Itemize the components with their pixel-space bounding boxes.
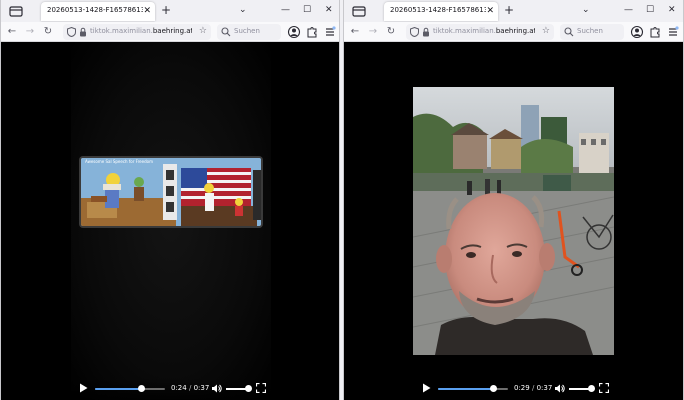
browser-window-right: 20260513-1428-F1657861341924718 ✕ + ⌄ — … <box>343 0 684 400</box>
fullscreen-icon[interactable] <box>599 383 609 393</box>
maximize-icon[interactable]: ☐ <box>646 4 654 16</box>
progress-fill <box>438 388 493 390</box>
time-display: 0:24 / 0:37 <box>171 384 209 392</box>
tab-bar: 20260513-1428-F1657861341924718 ✕ + ⌄ — … <box>1 0 339 22</box>
forward-arrow-icon[interactable]: → <box>23 25 37 39</box>
url-host-domain: baehring.at <box>152 27 192 35</box>
shield-icon[interactable] <box>410 27 419 37</box>
minimize-icon[interactable]: — <box>624 4 633 16</box>
play-icon[interactable] <box>79 383 88 393</box>
tab-list-icon[interactable] <box>9 5 23 17</box>
back-arrow-icon[interactable]: ← <box>5 25 19 39</box>
tab-title: 20260513-1428-F1657861341924718 <box>47 6 143 14</box>
star-icon[interactable]: ☆ <box>199 26 207 36</box>
back-arrow-icon[interactable]: ← <box>348 25 362 39</box>
volume-thumb[interactable] <box>245 385 252 392</box>
hamburger-icon[interactable] <box>666 25 680 39</box>
close-icon[interactable]: ✕ <box>143 5 151 17</box>
url-text[interactable]: tiktok.maximilian.baehring.at/G <box>90 27 192 35</box>
plus-icon[interactable]: + <box>504 3 514 17</box>
search-icon <box>564 27 574 37</box>
volume-icon[interactable] <box>211 383 222 394</box>
chevron-down-icon[interactable]: ⌄ <box>239 4 247 16</box>
plus-icon[interactable]: + <box>161 3 171 17</box>
current-time: 0:29 <box>514 384 530 392</box>
cartoon-scene <box>81 158 261 226</box>
video-viewport: 0:29 / 0:37 <box>344 42 683 400</box>
lock-icon[interactable] <box>79 27 87 37</box>
search-placeholder: Suchen <box>577 27 603 35</box>
video-caption: Awesome Sal Speech for Freedom <box>85 159 153 164</box>
screen: 20260513-1428-F1657861341924718 ✕ + ⌄ — … <box>0 0 684 400</box>
star-icon[interactable]: ☆ <box>542 26 550 36</box>
video-controls: 0:29 / 0:37 <box>414 378 613 400</box>
puzzle-icon[interactable] <box>648 25 662 39</box>
progress-thumb[interactable] <box>489 385 497 392</box>
account-icon[interactable] <box>630 25 644 39</box>
hamburger-icon[interactable] <box>323 25 337 39</box>
search-bar[interactable]: Suchen <box>560 24 624 40</box>
progress-bar[interactable] <box>438 385 508 392</box>
minimize-icon[interactable]: — <box>281 4 290 16</box>
volume-thumb[interactable] <box>588 385 595 392</box>
progress-fill <box>95 388 141 390</box>
close-icon[interactable]: ✕ <box>486 5 494 17</box>
search-icon <box>221 27 231 37</box>
volume-slider[interactable] <box>226 385 252 392</box>
current-time: 0:24 <box>171 384 187 392</box>
volume-slider[interactable] <box>569 385 595 392</box>
url-host-domain: baehring.at <box>495 27 535 35</box>
tv-screen-image: Awesome Sal Speech for Freedom <box>79 156 263 228</box>
chevron-down-icon[interactable]: ⌄ <box>582 4 590 16</box>
tab-bar: 20260513-1428-F1657861341924718 ✕ + ⌄ — … <box>344 0 683 22</box>
url-bar[interactable]: tiktok.maximilian.baehring.at/G ☆ <box>406 24 554 40</box>
browser-window-left: 20260513-1428-F1657861341924718 ✕ + ⌄ — … <box>0 0 340 400</box>
close-window-icon[interactable]: ✕ <box>325 4 333 16</box>
search-bar[interactable]: Suchen <box>217 24 281 40</box>
close-window-icon[interactable]: ✕ <box>668 4 676 16</box>
search-placeholder: Suchen <box>234 27 260 35</box>
account-icon[interactable] <box>287 25 301 39</box>
url-text[interactable]: tiktok.maximilian.baehring.at/G <box>433 27 535 35</box>
video-frame[interactable] <box>413 87 614 355</box>
tab-title: 20260513-1428-F1657861341924718 <box>390 6 486 14</box>
url-host-prefix: tiktok.maximilian. <box>90 27 153 35</box>
duration: 0:37 <box>193 384 210 392</box>
nav-bar: ← → ↻ tiktok.maximilian.baehring.at/G ☆ … <box>1 22 339 42</box>
selfie-scene <box>413 87 614 355</box>
video-controls: 0:24 / 0:37 <box>71 378 269 400</box>
volume-icon[interactable] <box>554 383 565 394</box>
tab-list-icon[interactable] <box>352 5 366 17</box>
duration: 0:37 <box>536 384 553 392</box>
puzzle-icon[interactable] <box>305 25 319 39</box>
url-host-prefix: tiktok.maximilian. <box>433 27 496 35</box>
tab-active[interactable]: 20260513-1428-F1657861341924718 ✕ <box>384 2 498 21</box>
url-bar[interactable]: tiktok.maximilian.baehring.at/G ☆ <box>63 24 211 40</box>
time-separator: / <box>531 384 535 392</box>
shield-icon[interactable] <box>67 27 76 37</box>
time-separator: / <box>188 384 192 392</box>
tab-active[interactable]: 20260513-1428-F1657861341924718 ✕ <box>41 2 155 21</box>
fullscreen-icon[interactable] <box>256 383 266 393</box>
video-viewport: Awesome Sal Speech for Freedom 0:24 / 0:… <box>1 42 339 400</box>
reload-icon[interactable]: ↻ <box>41 25 55 39</box>
nav-bar: ← → ↻ tiktok.maximilian.baehring.at/G ☆ … <box>344 22 683 42</box>
progress-bar[interactable] <box>95 385 165 392</box>
progress-thumb[interactable] <box>137 385 145 392</box>
forward-arrow-icon[interactable]: → <box>366 25 380 39</box>
time-display: 0:29 / 0:37 <box>514 384 552 392</box>
maximize-icon[interactable]: ☐ <box>303 4 311 16</box>
play-icon[interactable] <box>422 383 431 393</box>
reload-icon[interactable]: ↻ <box>384 25 398 39</box>
lock-icon[interactable] <box>422 27 430 37</box>
